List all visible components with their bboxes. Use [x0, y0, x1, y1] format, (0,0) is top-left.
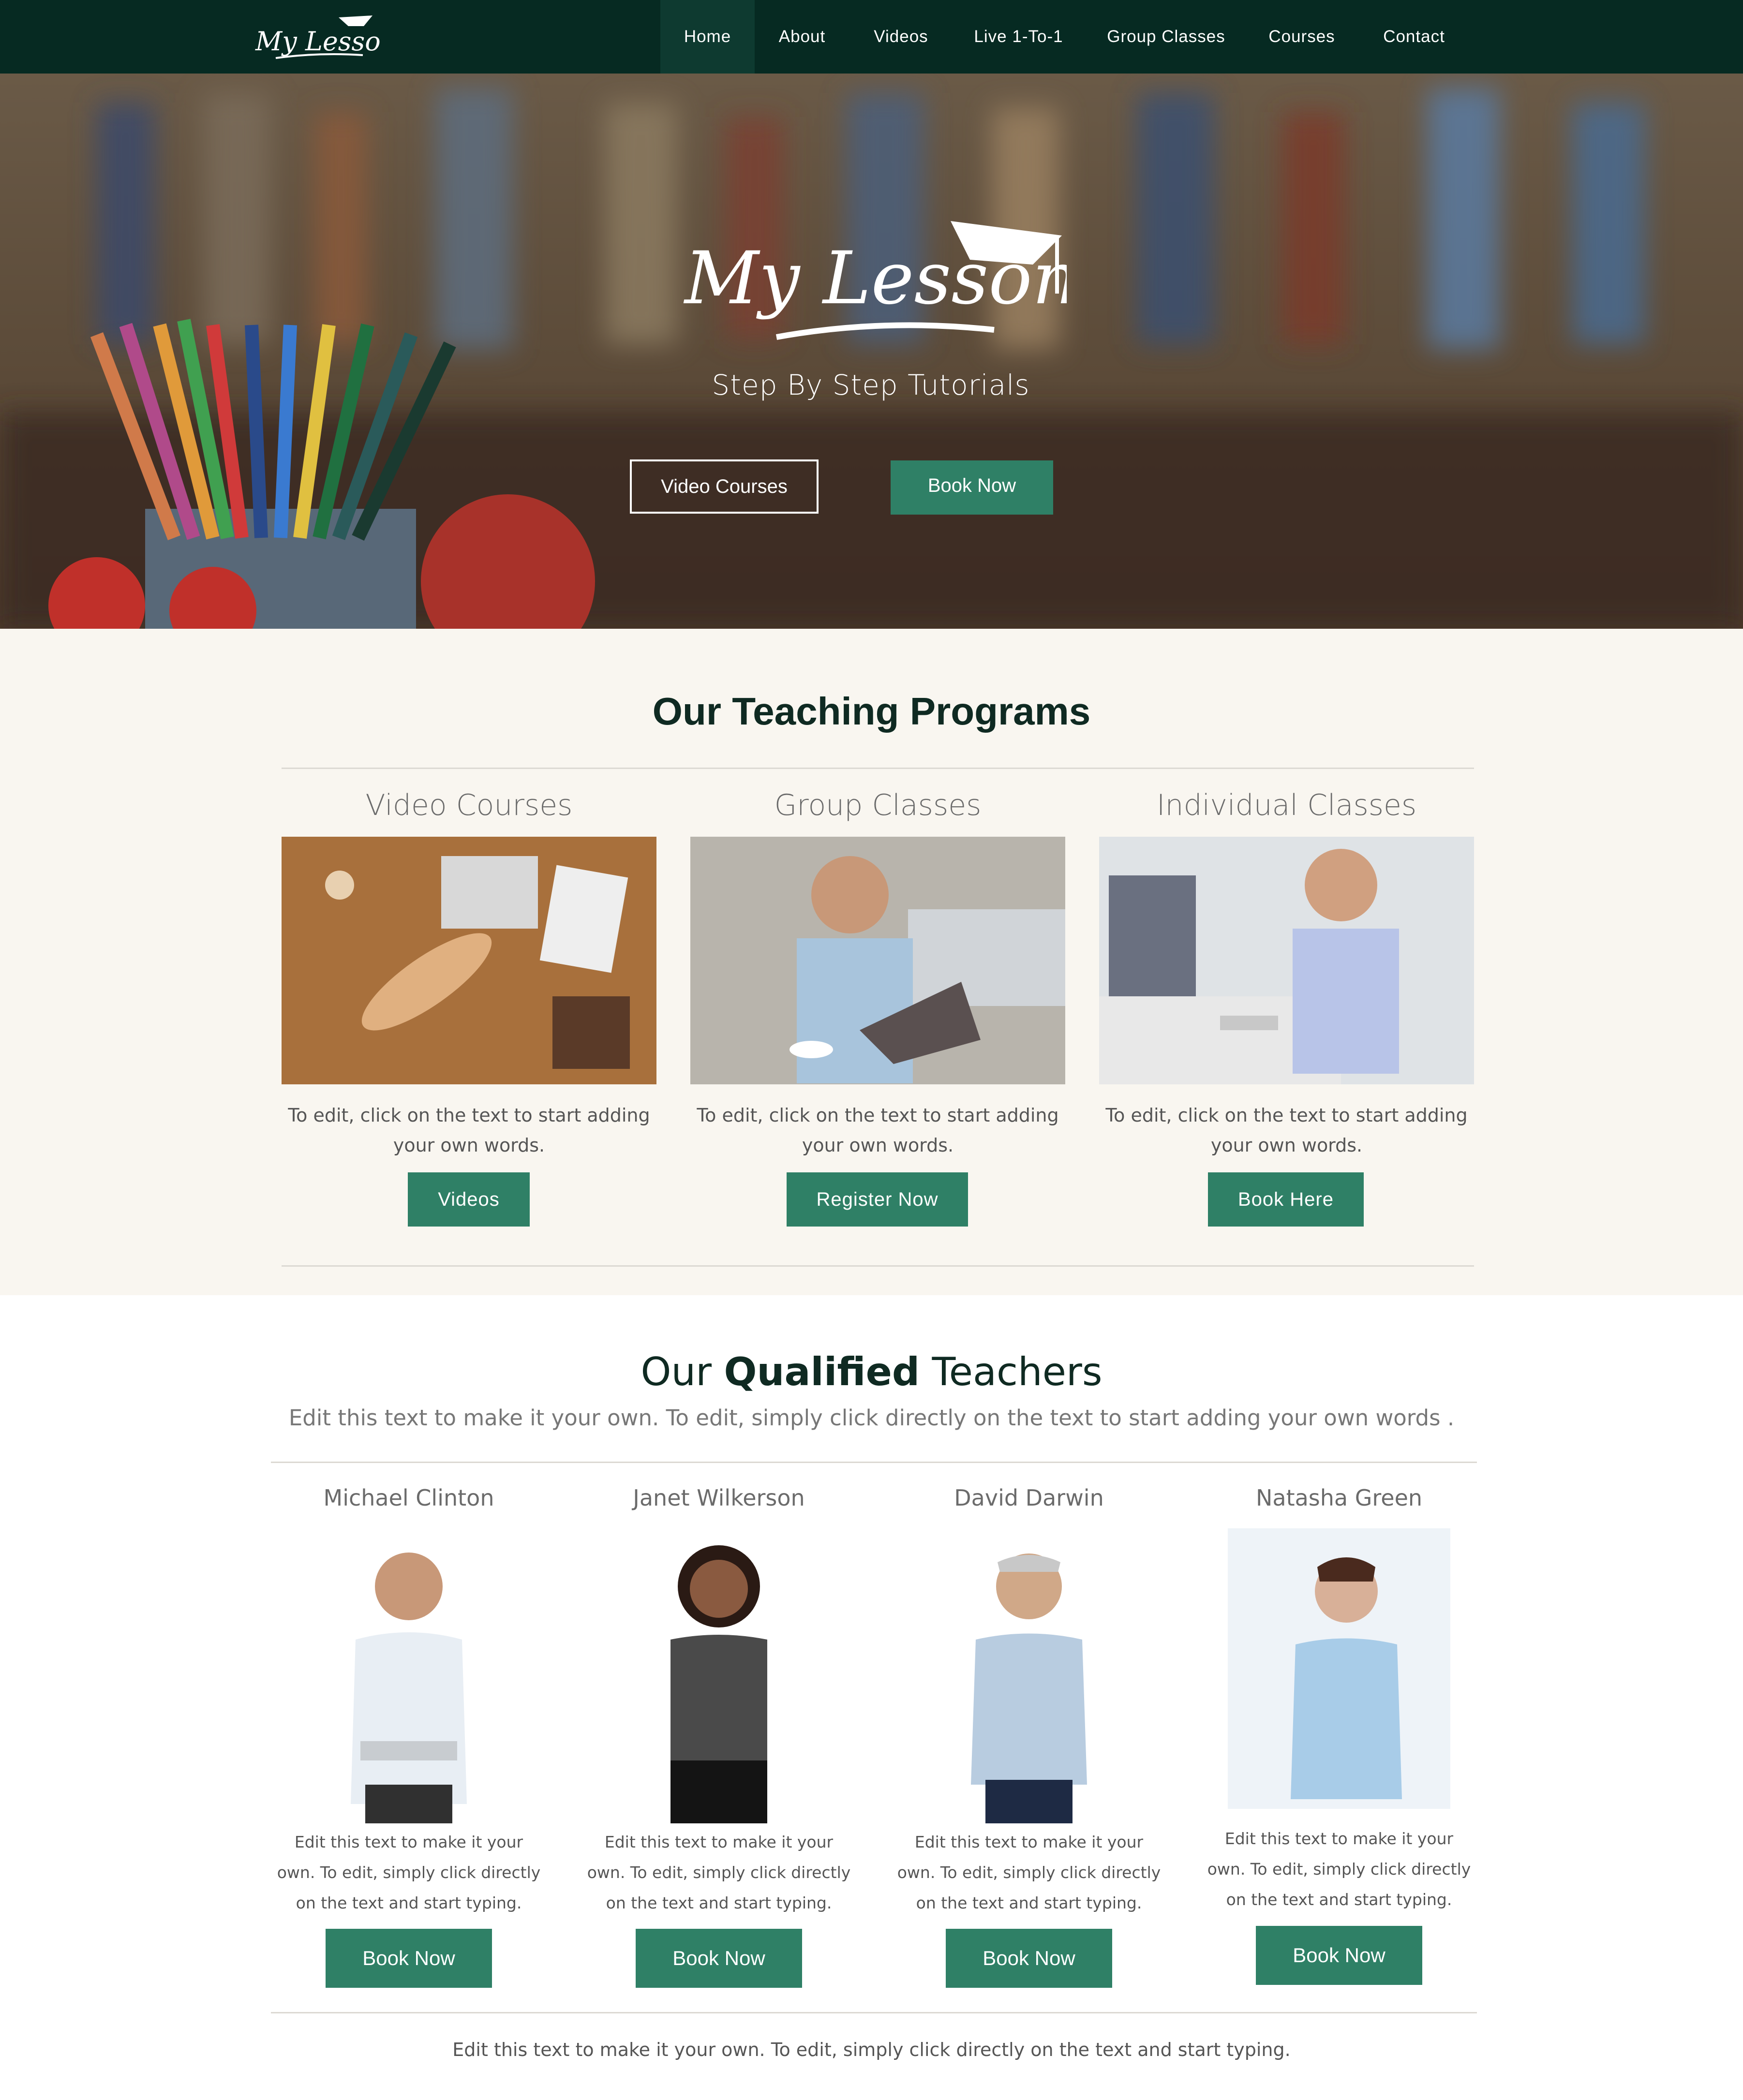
program-title-group-classes: Group Classes — [774, 788, 982, 822]
program-text-group-classes: To edit, click on the text to start addi… — [697, 1105, 1059, 1156]
program-title-video-courses: Video Courses — [365, 788, 573, 822]
teacher-bio: Edit this text to make it your own. To e… — [587, 1833, 851, 1912]
site-logo[interactable]: My Lessons — [252, 12, 382, 62]
nav-item-courses[interactable]: Courses — [1248, 0, 1356, 74]
program-text-video-courses: To edit, click on the text to start addi… — [288, 1105, 650, 1156]
teacher-bio: Edit this text to make it your own. To e… — [1207, 1829, 1471, 1909]
teacher-name: David Darwin — [954, 1485, 1104, 1511]
programs-title: Our Teaching Programs — [652, 690, 1091, 733]
teachers-title-prefix: Our — [641, 1349, 724, 1394]
group-classes-image[interactable] — [690, 837, 1065, 1084]
hero-logo: My Lessons — [683, 221, 1067, 340]
footer-text: Edit this text to make it your own. To e… — [452, 2039, 1291, 2060]
hero-book-now-button[interactable]: Book Now — [891, 460, 1053, 515]
nav-item-home[interactable]: Home — [660, 0, 755, 74]
teachers-title-suffix: Teachers — [920, 1349, 1102, 1394]
nav-item-about[interactable]: About — [755, 0, 849, 74]
individual-classes-image[interactable] — [1099, 837, 1474, 1084]
book-now-button[interactable]: Book Now — [946, 1929, 1112, 1988]
video-courses-button[interactable]: Video Courses — [630, 459, 819, 514]
teachers-subtitle: Edit this text to make it your own. To e… — [288, 1405, 1455, 1431]
book-now-button[interactable]: Book Now — [1256, 1926, 1422, 1985]
teacher-bio: Edit this text to make it your own. To e… — [277, 1833, 541, 1912]
divider — [282, 1265, 1474, 1267]
top-navbar: My Lessons Home About Videos Live 1-To-1… — [0, 0, 1743, 74]
teachers-title-bold: Qualified — [724, 1349, 920, 1394]
teacher-photo — [1228, 1528, 1450, 1809]
teacher-name: Michael Clinton — [323, 1485, 494, 1511]
hero-banner: My Lessons Step By Step Tutorials Video … — [0, 74, 1743, 629]
video-courses-image[interactable] — [282, 837, 656, 1084]
teachers-title: Our Qualified Teachers — [0, 1349, 1743, 1394]
program-title-individual-classes: Individual Classes — [1156, 788, 1417, 822]
program-text-individual-classes: To edit, click on the text to start addi… — [1105, 1105, 1468, 1156]
book-here-button[interactable]: Book Here — [1208, 1172, 1364, 1227]
teacher-photo — [670, 1545, 767, 1823]
teacher-photo — [971, 1553, 1087, 1823]
divider — [271, 1462, 1477, 1463]
teacher-name: Janet Wilkerson — [633, 1485, 805, 1511]
teaching-programs-section: Our Teaching Programs Video Courses To e… — [0, 629, 1743, 1295]
divider — [271, 2012, 1477, 2013]
logo-text: My Lessons — [255, 26, 382, 57]
teacher-photo — [351, 1553, 467, 1823]
register-now-button[interactable]: Register Now — [787, 1172, 968, 1227]
nav-item-contact[interactable]: Contact — [1356, 0, 1472, 74]
teacher-name: Natasha Green — [1255, 1485, 1423, 1511]
nav-item-videos[interactable]: Videos — [849, 0, 953, 74]
book-now-button[interactable]: Book Now — [326, 1929, 492, 1988]
nav-item-group-classes[interactable]: Group Classes — [1085, 0, 1248, 74]
book-now-button[interactable]: Book Now — [636, 1929, 802, 1988]
hero-tagline: Step By Step Tutorials — [712, 369, 1030, 401]
teacher-bio: Edit this text to make it your own. To e… — [897, 1833, 1161, 1912]
videos-button[interactable]: Videos — [408, 1172, 530, 1227]
nav-item-live-1-to-1[interactable]: Live 1-To-1 — [953, 0, 1085, 74]
divider — [282, 768, 1474, 769]
